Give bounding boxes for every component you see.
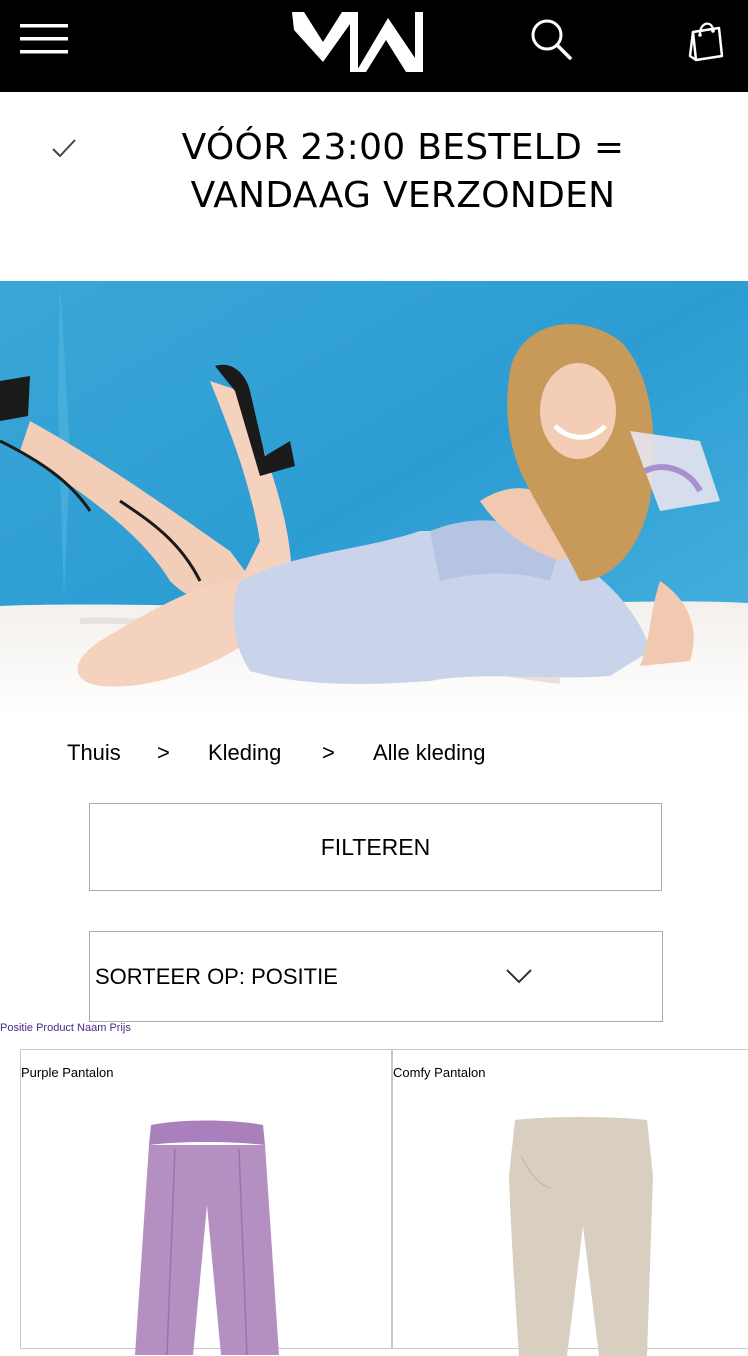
sort-option-price[interactable]: Prijs <box>109 1022 130 1034</box>
brand-logo[interactable] <box>290 10 425 76</box>
hero-banner-image[interactable] <box>0 281 748 715</box>
menu-button[interactable] <box>20 22 70 56</box>
filter-button-label: FILTEREN <box>320 833 431 860</box>
sort-options-list: Positie Product Naam Prijs <box>0 1022 131 1034</box>
product-name[interactable]: Comfy Pantalon <box>393 1065 486 1080</box>
sort-option-position[interactable]: Positie <box>0 1022 36 1034</box>
product-image[interactable] <box>501 1116 661 1356</box>
breadcrumb-clothing[interactable]: Kleding <box>208 740 281 766</box>
breadcrumb-separator: > <box>322 740 335 765</box>
check-icon <box>52 139 76 158</box>
product-image[interactable] <box>121 1115 301 1355</box>
shopping-bag-icon <box>688 22 724 62</box>
breadcrumb-home[interactable]: Thuis <box>67 740 121 766</box>
breadcrumb-separator: > <box>157 740 170 765</box>
hamburger-menu-icon <box>20 24 68 54</box>
header-bar <box>0 0 748 92</box>
product-card[interactable]: Comfy Pantalon <box>392 1049 748 1356</box>
chevron-down-icon <box>506 969 532 984</box>
search-icon <box>531 19 572 60</box>
search-button[interactable] <box>526 14 576 64</box>
sort-option-name[interactable]: Product Naam <box>36 1022 109 1034</box>
product-card[interactable]: Purple Pantalon <box>20 1049 392 1355</box>
cart-button[interactable] <box>682 14 732 64</box>
sort-dropdown-label: SORTEER OP: POSITIE <box>95 964 338 989</box>
product-name[interactable]: Purple Pantalon <box>21 1065 114 1080</box>
sort-dropdown[interactable]: SORTEER OP: POSITIE <box>89 931 663 1022</box>
filter-button[interactable]: FILTEREN <box>89 803 662 891</box>
breadcrumb-current: Alle kleding <box>373 740 486 765</box>
shipping-message: VÓÓR 23:00 BESTELD = VANDAAG VERZONDEN <box>181 127 625 216</box>
